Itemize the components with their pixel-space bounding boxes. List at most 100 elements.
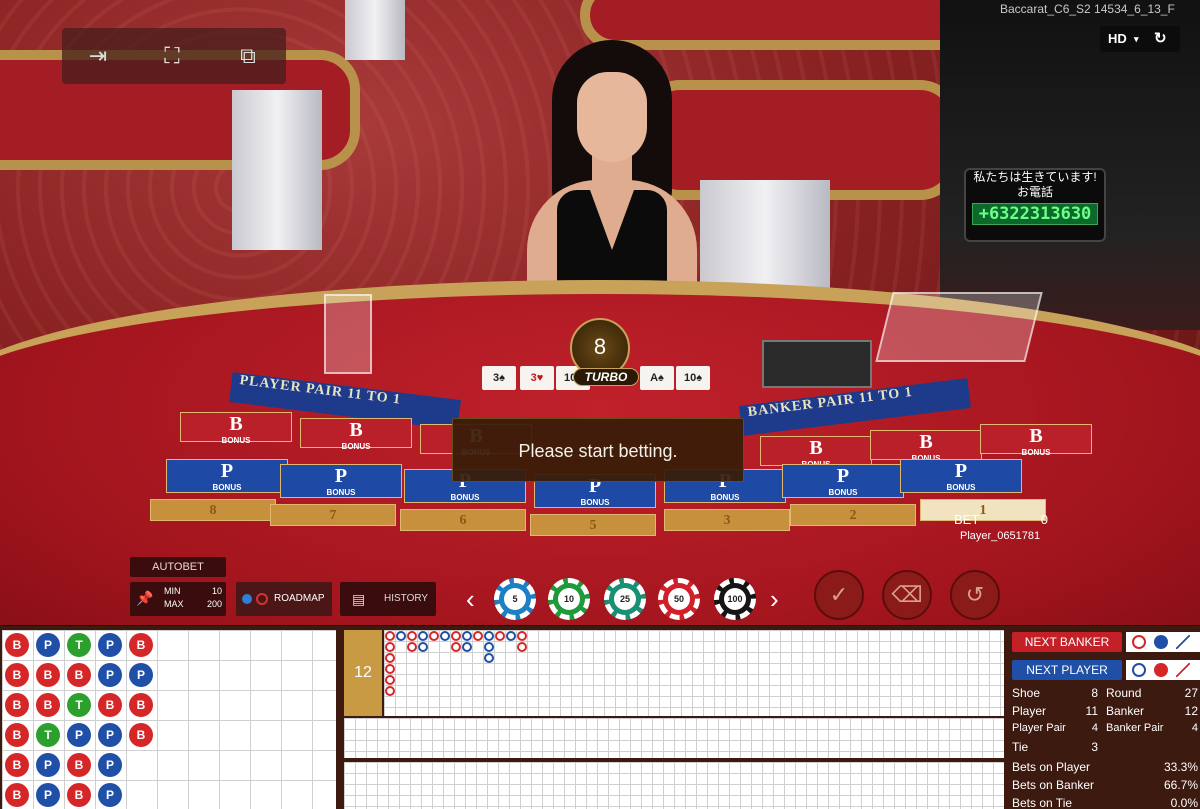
seat-3[interactable]: 3 — [664, 509, 790, 531]
player-id: Player_0651781 — [960, 530, 1041, 542]
quality-selector[interactable]: HD ▾ ↻ — [1100, 26, 1180, 52]
chip-next-arrow[interactable]: › — [770, 584, 779, 615]
bead-result: T — [36, 723, 60, 747]
repeat-bet-button[interactable]: ↺ — [950, 570, 1000, 620]
player-bet-cell[interactable]: PBONUS — [900, 459, 1022, 493]
fullscreen-icon[interactable]: ⛶ — [158, 42, 186, 70]
history-icon: ▤ — [352, 591, 366, 607]
road-marker — [473, 631, 483, 641]
road-marker — [451, 631, 461, 641]
ring-icon — [1132, 635, 1146, 649]
banker-bet-cell[interactable]: BBONUS — [300, 418, 412, 451]
player-bet-cell[interactable]: PBONUS — [280, 464, 402, 498]
bead-result: B — [129, 693, 153, 717]
bead-result: B — [5, 783, 29, 807]
next-player-button[interactable]: NEXT PLAYER — [1012, 660, 1122, 680]
road-marker — [429, 631, 439, 641]
bead-result: T — [67, 693, 91, 717]
sign-text-line1: 私たちは生きています! — [973, 170, 1097, 184]
chip-prev-arrow[interactable]: ‹ — [466, 584, 475, 615]
banker-bet-cell[interactable]: BBONUS — [760, 436, 872, 469]
refresh-icon[interactable]: ↻ — [1154, 26, 1167, 52]
small-road — [344, 762, 1004, 809]
seat-1[interactable]: 1 — [920, 499, 1046, 521]
road-marker — [385, 675, 395, 685]
chip-25[interactable]: 25 — [604, 578, 646, 620]
bead-result: B — [129, 633, 153, 657]
playing-card: 3♠ — [482, 366, 516, 390]
exit-icon[interactable]: ⇥ — [84, 42, 112, 70]
playing-card: 10♠ — [676, 366, 710, 390]
road-marker — [385, 631, 395, 641]
roadmap-label: ROADMAP — [274, 593, 325, 604]
confirm-bet-button[interactable]: ✓ — [814, 570, 864, 620]
bead-result: B — [36, 693, 60, 717]
road-marker — [495, 631, 505, 641]
history-button[interactable]: ▤ HISTORY — [340, 582, 436, 616]
bead-result: B — [5, 723, 29, 747]
stat-round-value: 27 — [1184, 686, 1198, 700]
stat-bets-player-label: Bets on Player — [1012, 760, 1091, 774]
player-bet-cell[interactable]: PBONUS — [782, 464, 904, 498]
next-banker-preview — [1126, 632, 1200, 652]
card-suit: ♠ — [499, 372, 505, 384]
top-controls: ⇥ ⛶ ⧉ — [62, 28, 286, 84]
table-limits[interactable]: 📌 MIN 10 MAX 200 — [130, 582, 226, 616]
stat-banker-label: Banker — [1106, 704, 1145, 718]
bead-result: P — [36, 753, 60, 777]
next-banker-button[interactable]: NEXT BANKER — [1012, 632, 1122, 652]
background-pillar — [232, 90, 322, 250]
bead-result: T — [67, 633, 91, 657]
live-video-feed: 私たちは生きています! お電話 +6322313630 3♠3♥10♠A♠10♠… — [0, 0, 1200, 625]
bead-result: P — [36, 783, 60, 807]
chip-100[interactable]: 100 — [714, 578, 756, 620]
chevron-down-icon: ▾ — [1134, 34, 1139, 44]
bonus-label: BONUS — [946, 483, 976, 492]
bonus-label: BONUS — [326, 488, 356, 497]
banker-bet-cell[interactable]: BBONUS — [980, 424, 1092, 457]
stat-player-value: 11 — [1085, 704, 1098, 718]
bead-result: P — [98, 633, 122, 657]
quality-label: HD — [1108, 31, 1127, 46]
seat-7[interactable]: 7 — [270, 504, 396, 526]
card-shoe — [875, 292, 1043, 362]
stat-shoe-value: 8 — [1091, 686, 1098, 700]
seat-2[interactable]: 2 — [790, 504, 916, 526]
bead-result: B — [67, 663, 91, 687]
seat-8[interactable]: 8 — [150, 499, 276, 521]
bonus-label: BONUS — [221, 436, 251, 445]
bead-result: B — [67, 783, 91, 807]
bead-result: B — [5, 633, 29, 657]
roadmap-button[interactable]: ROADMAP — [236, 582, 332, 616]
shoe-count-badge: 12 — [344, 630, 382, 716]
seat-5[interactable]: 5 — [530, 514, 656, 536]
chip-50[interactable]: 50 — [658, 578, 700, 620]
bonus-label: BONUS — [212, 483, 242, 492]
player-bet-cell[interactable]: PBONUS — [166, 459, 288, 493]
switch-view-icon[interactable]: ⧉ — [234, 42, 262, 70]
chip-5[interactable]: 5 — [494, 578, 536, 620]
chip-value: 50 — [668, 588, 690, 610]
roadmap-icon — [242, 594, 252, 604]
stat-tie-value: 3 — [1091, 740, 1098, 754]
banker-bet-cell[interactable]: BBONUS — [870, 430, 982, 463]
banker-bet-cell[interactable]: BBONUS — [180, 412, 292, 445]
road-marker — [418, 642, 428, 652]
seat-6[interactable]: 6 — [400, 509, 526, 531]
chip-10[interactable]: 10 — [548, 578, 590, 620]
max-value: 200 — [206, 599, 222, 609]
road-marker — [484, 631, 494, 641]
undo-bet-button[interactable]: ⌫ — [882, 570, 932, 620]
stat-banker-pair-label: Banker Pair — [1106, 722, 1164, 734]
stat-tie-label: Tie — [1012, 740, 1029, 754]
banker-letter: B — [349, 419, 363, 441]
bead-result: P — [98, 723, 122, 747]
stat-player-label: Player — [1012, 704, 1047, 718]
background-pillar — [345, 0, 405, 60]
autobet-button[interactable]: AUTOBET — [130, 557, 226, 577]
status-message: Please start betting. — [452, 418, 744, 482]
bonus-label: BONUS — [450, 493, 480, 502]
roadmap-ring-icon — [256, 593, 268, 605]
road-marker — [484, 642, 494, 652]
dot-icon — [1154, 635, 1168, 649]
